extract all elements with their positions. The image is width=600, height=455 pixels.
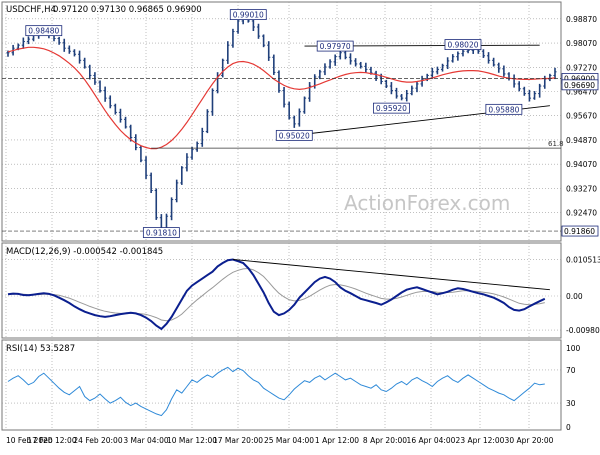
rsi-tick-label: 0 xyxy=(566,423,571,432)
price-tick-label: 0.95670 xyxy=(566,112,597,121)
price-tick-label: 0.97270 xyxy=(566,63,597,72)
axis-flag-label: 0.96690 xyxy=(564,81,595,90)
rsi-tick-label: 30 xyxy=(566,399,576,408)
time-axis: 10 Feb 202017 Feb 12:0024 Feb 20:00 3 Mar… xyxy=(6,436,554,445)
time-tick-label: 3 Mar 04:00 xyxy=(123,436,169,445)
price-tick-label: 0.98070 xyxy=(566,39,597,48)
chart-canvas: ActionForex.com 61.8 0.98480 0.99010 0.979… xyxy=(1,1,600,445)
macd-panel-frame xyxy=(1,242,562,339)
time-tick-label: 17 Feb 12:00 xyxy=(27,436,76,445)
price-axis: 0.988700.980700.972700.964700.956700.948… xyxy=(561,15,599,237)
time-tick-label: 1 Apr 12:00 xyxy=(315,436,359,445)
rsi-tick-label: 70 xyxy=(566,366,576,375)
macd-axis: 0.010513 0.00 -0.009804 xyxy=(566,255,600,335)
macd-tick-label: 0.00 xyxy=(566,292,583,301)
time-tick-label: 16 Apr 04:00 xyxy=(407,436,456,445)
rsi-axis: 100 70 30 0 xyxy=(566,344,581,432)
time-tick-label: 30 Apr 20:00 xyxy=(505,436,554,445)
watermark: ActionForex.com xyxy=(344,191,510,215)
header-ohlc: 0.97120 0.97130 0.96865 0.96900 xyxy=(53,5,202,15)
time-tick-label: 17 Mar 20:00 xyxy=(213,436,263,445)
time-tick-label: 23 Apr 12:00 xyxy=(456,436,505,445)
fib-level-label: 61.8 xyxy=(548,140,564,148)
price-tick-label: 0.98870 xyxy=(566,15,597,24)
rsi-tick-label: 100 xyxy=(566,344,581,353)
header-symbol: USDCHF,H4 xyxy=(6,5,56,15)
macd-tick-label: 0.010513 xyxy=(566,255,600,264)
price-flag-label: 0.95020 xyxy=(279,131,310,140)
macd-tick-label: -0.009804 xyxy=(566,326,600,335)
price-tick-label: 0.92470 xyxy=(566,209,597,218)
price-tick-label: 0.94070 xyxy=(566,160,597,169)
price-flag-label: 0.99010 xyxy=(233,11,264,20)
macd-title: MACD(12,26,9) -0.000542 -0.001845 xyxy=(6,247,163,257)
time-tick-label: 8 Apr 20:00 xyxy=(363,436,407,445)
rsi-panel-frame xyxy=(1,339,562,431)
price-flag-label: 0.91810 xyxy=(146,229,177,238)
price-flag-label: 0.95880 xyxy=(488,105,519,114)
price-tick-label: 0.94870 xyxy=(566,136,597,145)
time-tick-label: 10 Mar 12:00 xyxy=(167,436,217,445)
price-flag-label: 0.98480 xyxy=(28,27,59,36)
time-tick-label: 24 Feb 20:00 xyxy=(73,436,122,445)
price-flag-label: 0.97970 xyxy=(320,42,351,51)
price-flag-label: 0.98020 xyxy=(447,41,478,50)
price-tick-label: 0.93270 xyxy=(566,184,597,193)
rsi-title: RSI(14) 53.5287 xyxy=(6,344,75,354)
price-flag-label: 0.95920 xyxy=(376,104,407,113)
time-tick-label: 25 Mar 04:00 xyxy=(264,436,314,445)
chart-window: ActionForex.com 61.8 0.98480 0.99010 0.979… xyxy=(0,0,600,450)
axis-flag-label: 0.91860 xyxy=(564,227,595,236)
